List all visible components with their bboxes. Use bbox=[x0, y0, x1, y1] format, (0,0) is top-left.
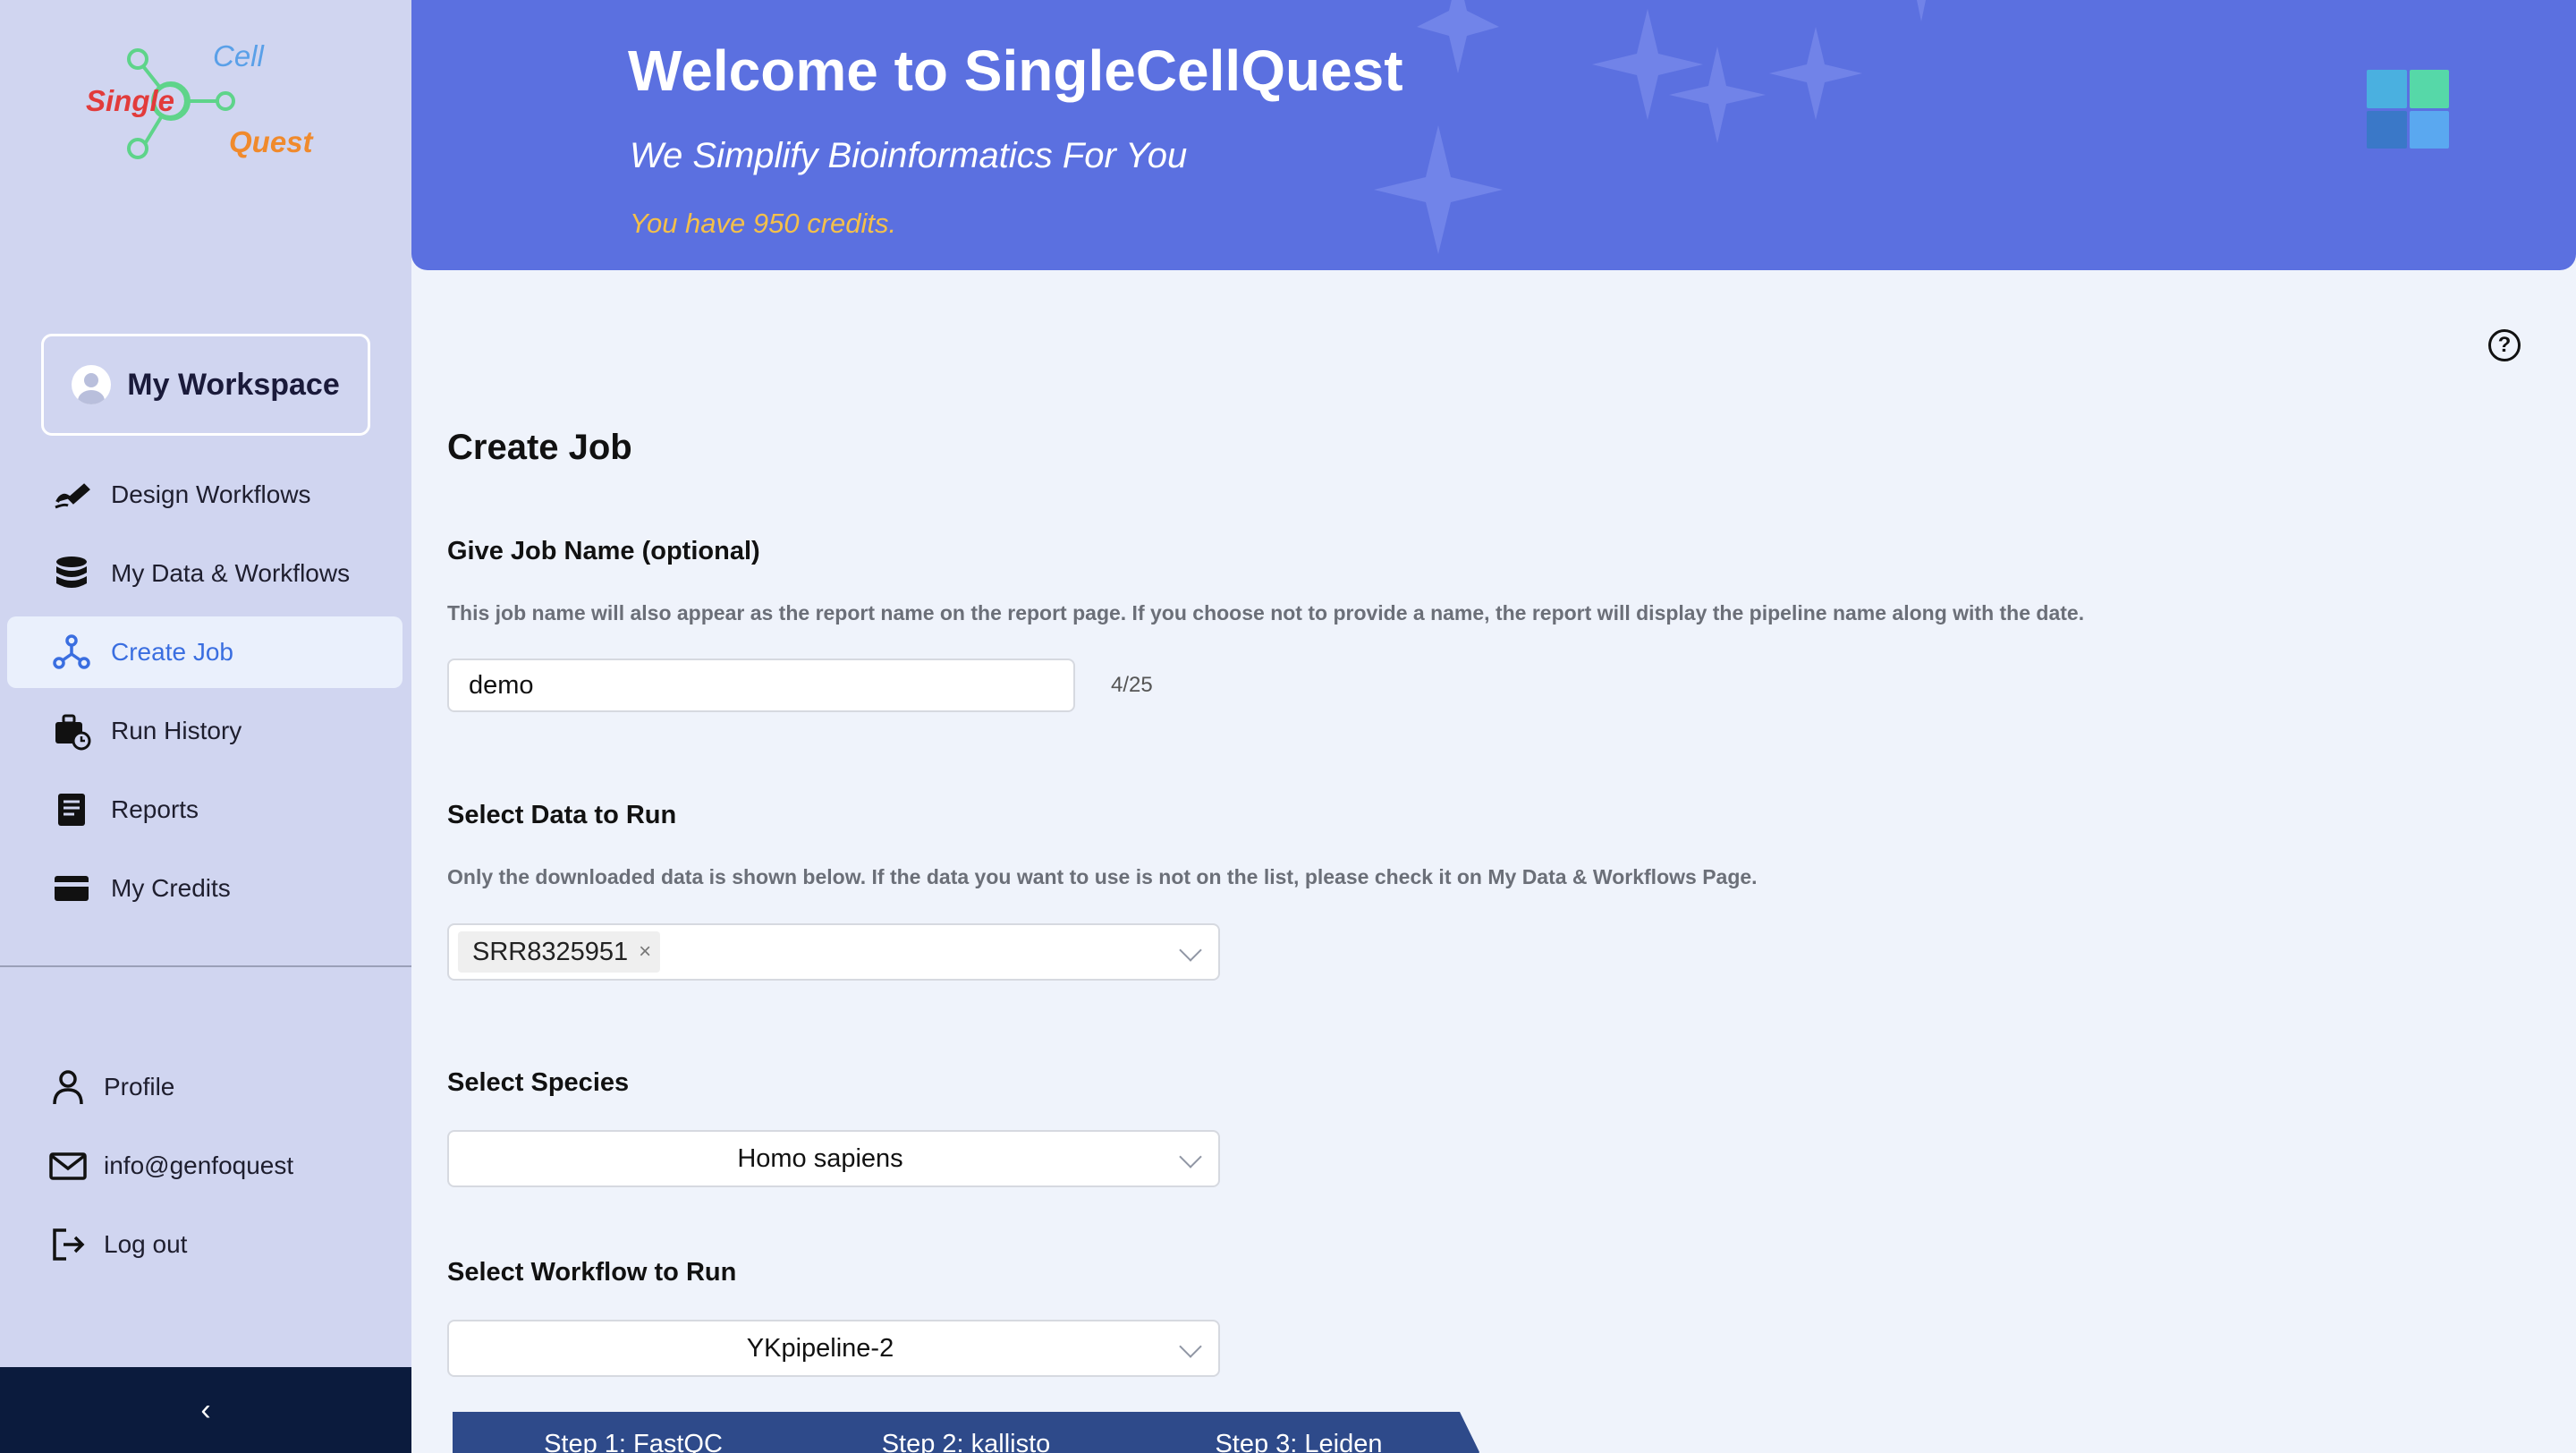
help-icon[interactable]: ? bbox=[2488, 329, 2521, 361]
data-multiselect[interactable]: SRR8325951 × bbox=[447, 923, 1220, 981]
select-data-heading: Select Data to Run bbox=[447, 801, 677, 829]
my-workspace-label: My Workspace bbox=[127, 367, 340, 402]
job-name-description: This job name will also appear as the re… bbox=[447, 601, 2085, 625]
sidebar-item-reports[interactable]: Reports bbox=[0, 774, 411, 845]
sidebar-item-my-credits[interactable]: My Credits bbox=[0, 853, 411, 924]
sidebar-item-label: Create Job bbox=[111, 638, 233, 666]
puzzle-logo-icon[interactable] bbox=[2367, 70, 2449, 149]
sidebar-divider bbox=[0, 965, 411, 967]
sidebar-item-create-job[interactable]: Create Job bbox=[7, 616, 402, 688]
step-label: Step 2: kallisto bbox=[881, 1430, 1051, 1453]
sidebar-item-label: Reports bbox=[111, 795, 199, 823]
sidebar-item-logout[interactable]: Log out bbox=[0, 1209, 411, 1280]
sidebar-collapse-button[interactable]: ‹ bbox=[0, 1367, 411, 1453]
species-select[interactable]: Homo sapiens bbox=[447, 1130, 1220, 1187]
selected-data-tag: SRR8325951 × bbox=[458, 931, 661, 973]
logo-text-cell: Cell bbox=[213, 39, 264, 72]
sidebar-item-profile[interactable]: Profile bbox=[0, 1051, 411, 1123]
sidebar-item-label: info@genfoquest bbox=[104, 1151, 294, 1179]
job-name-char-counter: 4/25 bbox=[1111, 673, 1153, 697]
select-species-heading: Select Species bbox=[447, 1068, 630, 1097]
credit-card-icon bbox=[52, 869, 91, 908]
sidebar-item-label: Log out bbox=[104, 1230, 188, 1258]
my-workspace-button[interactable]: My Workspace bbox=[41, 334, 370, 436]
chevron-left-icon: ‹ bbox=[200, 1392, 211, 1427]
sidebar-item-label: Run History bbox=[111, 717, 242, 744]
sidebar-item-label: Profile bbox=[104, 1073, 175, 1100]
app-logo[interactable]: Single Cell Quest bbox=[80, 32, 322, 175]
step-label: Step 3: Leiden bbox=[1215, 1430, 1383, 1453]
sidebar-item-design-workflows[interactable]: Design Workflows bbox=[0, 459, 411, 531]
database-icon bbox=[52, 554, 91, 593]
sidebar-item-label: Design Workflows bbox=[111, 480, 311, 508]
report-icon bbox=[52, 790, 91, 829]
sidebar-item-contact-email[interactable]: info@genfoquest bbox=[0, 1130, 411, 1202]
logo-text-quest: Quest bbox=[229, 125, 313, 158]
job-name-heading: Give Job Name (optional) bbox=[447, 537, 760, 565]
mail-icon bbox=[48, 1146, 88, 1185]
sidebar-item-label: My Data & Workflows bbox=[111, 559, 351, 587]
help-glyph: ? bbox=[2497, 333, 2512, 357]
user-icon bbox=[48, 1067, 88, 1107]
workflow-nodes-icon bbox=[52, 633, 91, 672]
workflow-step[interactable]: Step 2: kallisto bbox=[785, 1412, 1147, 1453]
workflow-value: YKpipeline-2 bbox=[746, 1333, 894, 1363]
workflow-select[interactable]: YKpipeline-2 bbox=[447, 1320, 1220, 1377]
selected-data-label: SRR8325951 bbox=[472, 937, 629, 966]
banner-title: Welcome to SingleCellQuest bbox=[628, 38, 1403, 103]
logout-icon bbox=[48, 1225, 88, 1264]
credits-balance: You have 950 credits. bbox=[630, 208, 897, 239]
sidebar-item-my-data[interactable]: My Data & Workflows bbox=[0, 538, 411, 609]
welcome-banner: Welcome to SingleCellQuest We Simplify B… bbox=[411, 0, 2576, 270]
briefcase-clock-icon bbox=[52, 711, 91, 751]
sidebar-item-label: My Credits bbox=[111, 874, 231, 902]
job-name-value: demo bbox=[469, 670, 534, 700]
job-name-input[interactable]: demo bbox=[447, 659, 1075, 712]
species-value: Homo sapiens bbox=[737, 1143, 903, 1173]
page-title: Create Job bbox=[447, 428, 632, 467]
logo-text-single: Single bbox=[86, 84, 175, 117]
workflow-step[interactable]: Step 1: FastQC bbox=[453, 1412, 814, 1453]
chevron-down-icon bbox=[1179, 939, 1202, 962]
remove-tag-icon[interactable]: × bbox=[639, 939, 651, 964]
sidebar: Single Cell Quest My Workspace Design Wo… bbox=[0, 0, 411, 1453]
user-avatar-icon bbox=[72, 365, 112, 404]
select-workflow-heading: Select Workflow to Run bbox=[447, 1258, 737, 1287]
select-data-description: Only the downloaded data is shown below.… bbox=[447, 865, 1758, 888]
workflow-step[interactable]: Step 3: Leiden bbox=[1118, 1412, 1479, 1453]
sidebar-item-run-history[interactable]: Run History bbox=[0, 695, 411, 767]
design-icon bbox=[52, 475, 91, 514]
sparkle-decoration-icon bbox=[1374, 0, 1926, 254]
step-label: Step 1: FastQC bbox=[544, 1430, 723, 1453]
banner-subtitle: We Simplify Bioinformatics For You bbox=[630, 136, 1188, 175]
